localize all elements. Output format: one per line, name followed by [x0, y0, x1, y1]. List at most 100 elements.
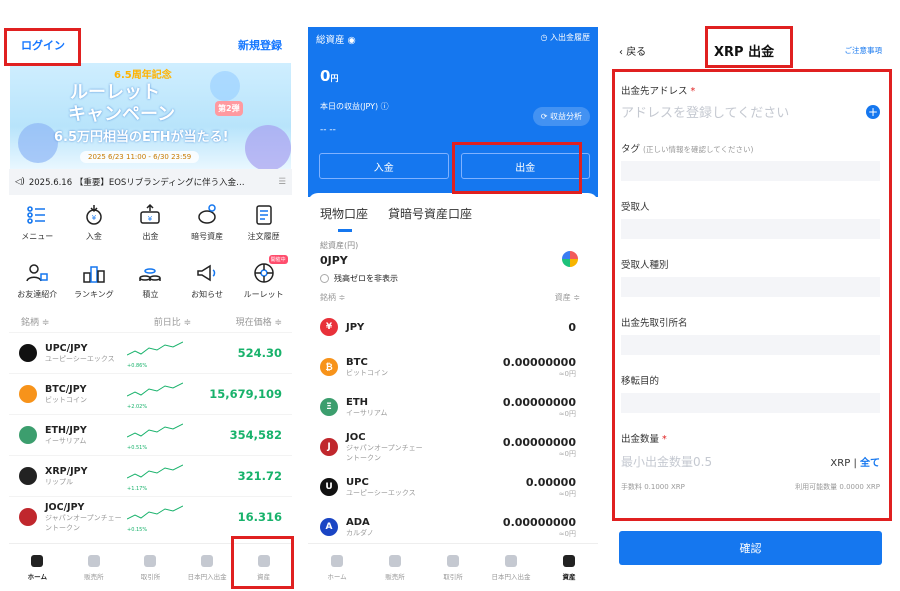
tab-icon — [331, 554, 343, 567]
coin-icon: ¥ — [320, 318, 338, 336]
highlight-assets-tab — [231, 536, 294, 589]
market-row[interactable]: ETH/JPY イーサリアム +0.51% 354,582 — [9, 414, 292, 455]
tab-icon — [447, 554, 459, 567]
eye-icon[interactable]: ◉ — [348, 35, 356, 46]
change-value: +1.17% — [127, 486, 148, 492]
tab-0[interactable]: ホーム — [312, 554, 362, 581]
asset-amount: 0 — [568, 320, 576, 334]
shortcut-ranking[interactable]: ランキング — [68, 261, 120, 311]
shortcut-row-1: メニュー ¥ 入金 ¥ 出金 暗号資産 注文履歴 — [9, 195, 292, 253]
sort-symbol[interactable]: 銘柄 ≑ — [320, 292, 345, 303]
deposit-button[interactable]: 入金 — [319, 153, 449, 179]
coin-icon: U — [320, 478, 338, 496]
shortcut-savings[interactable]: 積立 — [124, 261, 176, 311]
shortcut-withdraw[interactable]: ¥ 出金 — [124, 203, 176, 253]
asset-name: ユーピーシーエックス — [346, 488, 416, 497]
pair-name: リップル — [45, 477, 73, 486]
shortcut-notice[interactable]: お知らせ — [181, 261, 233, 311]
sparkline: +0.86% — [126, 339, 184, 369]
market-row[interactable]: JOC/JPY ジャパンオープンチェーントークン +0.15% 16.316 — [9, 496, 292, 537]
asset-row[interactable]: J JOC ジャパンオープンチェーントークン 0.00000000 ≈0円 — [308, 427, 598, 467]
notice-link[interactable]: ご注意事項 — [845, 45, 883, 56]
pair-symbol: BTC/JPY — [45, 383, 87, 395]
withdraw-icon: ¥ — [140, 203, 161, 224]
coin-icon — [19, 385, 37, 403]
campaign-banner[interactable]: 6.5周年記念 ルーレット キャンペーン 第2弾 6.5万円相当のETHが当たる… — [10, 63, 291, 169]
tab-2[interactable]: 取引所 — [125, 554, 175, 581]
asset-row[interactable]: ₿ BTC ビットコイン 0.00000000 ≈0円 — [308, 347, 598, 387]
tab-3[interactable]: 日本円入出金 — [486, 554, 536, 581]
pie-chart-icon[interactable] — [562, 251, 578, 267]
shortcut-orders[interactable]: 注文履歴 — [238, 203, 290, 253]
sort-change[interactable]: 前日比 ≑ — [154, 315, 191, 328]
tab-4[interactable]: 資産 — [544, 554, 594, 581]
menu-lines-icon[interactable]: ☰ — [278, 177, 286, 187]
sparkline: +0.15% — [126, 503, 184, 533]
wallet-card: 現物口座 貸暗号資産口座 総資産(円) 0JPY 残高ゼロを非表示 銘柄 ≑ 資産 … — [308, 193, 598, 591]
market-row[interactable]: UPC/JPY ユーピーシーエックス +0.86% 524.30 — [9, 332, 292, 373]
asset-row[interactable]: Ξ ETH イーサリアム 0.00000000 ≈0円 — [308, 387, 598, 427]
profit-analysis-button[interactable]: ⟳ 収益分析 — [532, 107, 590, 126]
price-value: 354,582 — [229, 428, 282, 442]
asset-symbol: ADA — [346, 516, 370, 528]
back-button[interactable]: ‹ 戻る — [619, 43, 646, 58]
asset-row[interactable]: A ADA カルダノ 0.00000000 ≈0円 — [308, 507, 598, 547]
tab-2[interactable]: 取引所 — [428, 554, 478, 581]
order-history-icon — [255, 205, 272, 225]
asset-amount: 0.00000000 ≈0円 — [502, 435, 576, 458]
asset-name: ジャパンオープンチェーントークン — [346, 443, 423, 462]
tab-icon — [87, 554, 100, 567]
tab-spot-account[interactable]: 現物口座 — [320, 205, 368, 222]
shortcut-referral[interactable]: お友達紹介 — [11, 261, 63, 311]
change-value: +0.86% — [127, 363, 148, 369]
market-row[interactable]: BTC/JPY ビットコイン +2.02% 15,679,109 — [9, 373, 292, 414]
sort-asset[interactable]: 資産 ≑ — [555, 292, 580, 303]
decor-bubble — [18, 123, 58, 163]
tab-1[interactable]: 販売所 — [69, 554, 119, 581]
shortcut-deposit[interactable]: ¥ 入金 — [68, 203, 120, 253]
asset-symbol: BTC — [346, 356, 368, 368]
shortcut-menu[interactable]: メニュー — [11, 203, 63, 253]
balance-value: 0円 — [320, 67, 339, 85]
shortcut-roulette[interactable]: 開催中 ルーレット — [238, 255, 290, 311]
coin-icon: ₿ — [320, 358, 338, 376]
asset-amount: 0.00000 ≈0円 — [525, 475, 576, 498]
clock-icon: ◷ — [540, 33, 548, 42]
sparkline: +1.17% — [126, 462, 184, 492]
sort-symbol[interactable]: 銘柄 ≑ — [21, 315, 49, 328]
pair-name: ユーピーシーエックス — [45, 354, 115, 363]
news-ticker[interactable]: ◁) 2025.6.16 【重要】EOSリブランディングに伴う入金… ☰ — [9, 169, 292, 195]
tab-1[interactable]: 販売所 — [370, 554, 420, 581]
price-value: 524.30 — [237, 346, 282, 360]
coin-icon — [19, 426, 37, 444]
tab-icon — [31, 554, 44, 567]
asset-list: ¥ JPY 0 ₿ BTC ビットコイン 0.00000000 ≈0円 Ξ ETH イーサ… — [308, 307, 598, 547]
market-row[interactable]: XRP/JPY リップル +1.17% 321.72 — [9, 455, 292, 496]
asset-name: イーサリアム — [346, 408, 388, 417]
asset-symbol: UPC — [346, 476, 369, 488]
tab-3[interactable]: 日本円入出金 — [182, 554, 232, 581]
asset-row[interactable]: U UPC ユーピーシーエックス 0.00000 ≈0円 — [308, 467, 598, 507]
tab-0[interactable]: ホーム — [12, 554, 62, 581]
coin-icon: Ξ — [320, 398, 338, 416]
coin-icon — [19, 344, 37, 362]
sparkline: +2.02% — [126, 380, 184, 410]
tab-lending-account[interactable]: 貸暗号資産口座 — [388, 205, 472, 222]
shortcut-crypto[interactable]: 暗号資産 — [181, 203, 233, 253]
asset-amount: 0.00000000 ≈0円 — [502, 355, 576, 378]
banner-date: 2025 6/23 11:00 - 6/30 23:59 — [80, 151, 200, 163]
coin-icon: A — [320, 518, 338, 536]
chart-icon: ⟳ — [540, 112, 548, 121]
pair-name: ジャパンオープンチェーントークン — [45, 513, 122, 532]
asset-row[interactable]: ¥ JPY 0 — [308, 307, 598, 347]
market-list-header: 銘柄 ≑ 前日比 ≑ 現在価格 ≑ — [9, 311, 292, 332]
highlight-withdraw-button — [452, 142, 582, 194]
pair-name: イーサリアム — [45, 436, 87, 445]
hide-zero-toggle[interactable]: 残高ゼロを非表示 — [308, 267, 598, 290]
asset-amount: 0.00000000 ≈0円 — [502, 515, 576, 538]
signup-link[interactable]: 新規登録 — [238, 37, 282, 53]
confirm-button[interactable]: 確認 — [619, 531, 882, 565]
history-link[interactable]: ◷ 入出金履歴 — [540, 32, 590, 46]
speaker-icon: ◁) — [15, 177, 25, 187]
sort-price[interactable]: 現在価格 ≑ — [236, 315, 282, 328]
